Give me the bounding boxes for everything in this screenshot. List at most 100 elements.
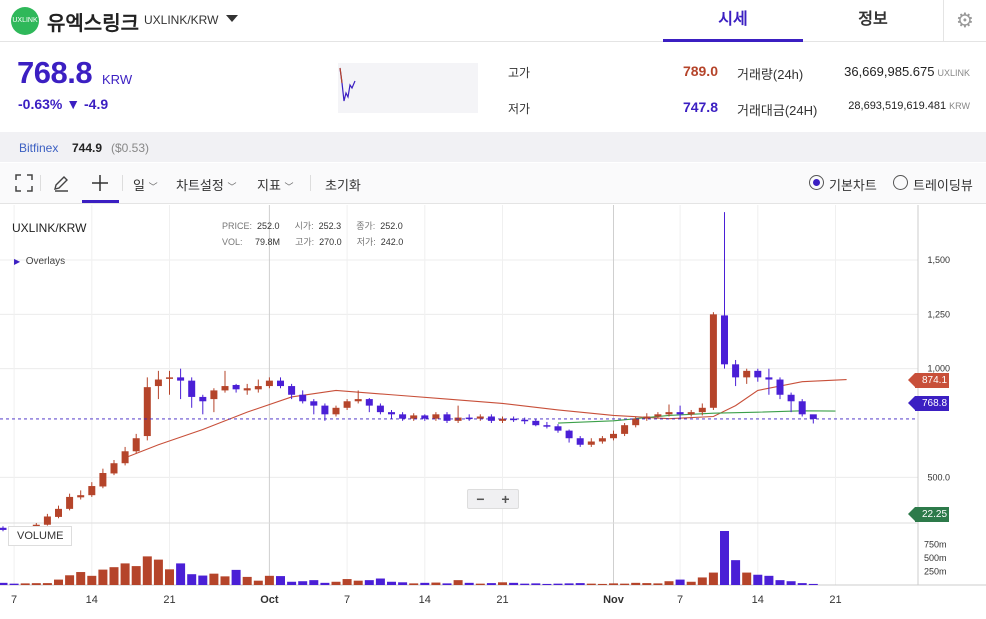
candle-body bbox=[288, 386, 296, 395]
candle-body bbox=[388, 412, 395, 415]
volume-bar bbox=[76, 572, 86, 585]
change-absolute: ▼ -4.9 bbox=[66, 96, 109, 112]
volume-bar bbox=[620, 583, 630, 585]
volume-bar bbox=[542, 583, 552, 585]
candle-body bbox=[99, 473, 107, 487]
volume-bar bbox=[131, 566, 141, 585]
volume-bar bbox=[54, 579, 63, 585]
volume-24h-label: 거래량(24h) bbox=[737, 67, 804, 82]
volume-bar bbox=[720, 531, 729, 585]
candle-body bbox=[565, 430, 573, 439]
current-price: 768.8 bbox=[17, 55, 93, 90]
volume-bar bbox=[753, 574, 763, 585]
volume-bar bbox=[375, 578, 385, 585]
candle-body bbox=[798, 401, 806, 415]
chart-toolbar: 일 ﹀ 차트설정 ﹀ 지표 ﹀ 초기화 기본차트 트레이딩뷰 bbox=[0, 163, 986, 204]
zoom-in-button[interactable]: + bbox=[493, 490, 518, 508]
volume-bar bbox=[409, 583, 419, 585]
high-value: 789.0 bbox=[682, 63, 718, 79]
volume-bar bbox=[498, 582, 507, 585]
volume-bar bbox=[65, 575, 75, 585]
basic-chart-radio[interactable] bbox=[809, 175, 824, 190]
candle-body bbox=[154, 379, 162, 387]
indicators-dropdown[interactable]: 지표 ﹀ bbox=[257, 175, 294, 194]
overlays-toggle[interactable]: ▶ Overlays bbox=[14, 256, 65, 267]
volume-bar bbox=[786, 581, 796, 585]
volume-bar bbox=[742, 572, 752, 585]
tab-info[interactable]: 정보 bbox=[803, 0, 943, 42]
amount-24h-unit: KRW bbox=[949, 101, 970, 111]
candle-body bbox=[654, 414, 662, 417]
volume-bar bbox=[575, 583, 585, 585]
low-label: 저가 bbox=[508, 102, 531, 116]
volume-bar bbox=[87, 575, 97, 585]
volume-bar bbox=[731, 560, 741, 585]
chart-pair-label: UXLINK/KRW bbox=[12, 221, 87, 235]
candle-body bbox=[676, 412, 684, 415]
tradingview-radio[interactable] bbox=[893, 175, 908, 190]
vol-value: 79.8M bbox=[255, 237, 281, 247]
candle-body bbox=[232, 384, 240, 390]
exchange-usd-price: ($0.53) bbox=[111, 141, 150, 155]
volume-bar bbox=[764, 575, 774, 585]
volume-bar bbox=[553, 583, 563, 585]
candle-body bbox=[121, 451, 129, 464]
indicator-tag: 22.25 bbox=[908, 507, 949, 522]
candle-body bbox=[643, 416, 651, 419]
candle-body bbox=[421, 415, 429, 419]
volume-bar bbox=[642, 583, 652, 585]
pencil-icon[interactable] bbox=[49, 171, 73, 195]
candle-body bbox=[210, 390, 218, 400]
high-value-readout: 270.0 bbox=[319, 237, 342, 247]
volume-bar bbox=[708, 572, 718, 585]
x-tick-label: 14 bbox=[86, 594, 98, 606]
candle-body bbox=[698, 407, 706, 413]
x-tick-label: 14 bbox=[419, 594, 431, 606]
candle-body bbox=[321, 405, 329, 415]
amount-24h-value: 28,693,519,619.481 KRW bbox=[820, 100, 970, 112]
open-key: 시가: bbox=[294, 221, 314, 231]
high-label: 고가 bbox=[508, 66, 531, 80]
volume-bar bbox=[664, 581, 674, 585]
tab-quote[interactable]: 시세 bbox=[663, 0, 803, 42]
volume-label: VOLUME bbox=[8, 526, 73, 546]
volume-bar bbox=[20, 583, 30, 585]
volume-bar bbox=[142, 556, 152, 585]
tradingview-label[interactable]: 트레이딩뷰 bbox=[913, 175, 973, 194]
chevron-down-icon[interactable] bbox=[226, 15, 238, 22]
volume-24h-number: 36,669,985.675 bbox=[844, 64, 935, 79]
coin-logo: UXLINK bbox=[11, 7, 39, 35]
zoom-out-button[interactable]: − bbox=[468, 490, 493, 508]
chart-settings-dropdown[interactable]: 차트설정 ﹀ bbox=[176, 175, 236, 194]
price-change: -0.63% ▼ -4.9 bbox=[18, 96, 108, 112]
price-chart[interactable]: 1,500 1,250 1,000 500.0 750m 500m 250m 7 14 21 Oct… bbox=[0, 205, 986, 615]
candle-body bbox=[332, 407, 340, 415]
candle-body bbox=[343, 401, 351, 408]
volume-bar bbox=[342, 579, 352, 585]
candle-body bbox=[299, 394, 307, 402]
exchange-name[interactable]: Bitfinex bbox=[19, 141, 58, 155]
x-tick-label: 7 bbox=[11, 594, 17, 606]
candle-body bbox=[743, 370, 751, 378]
crosshair-icon[interactable] bbox=[88, 171, 112, 195]
volume-bar bbox=[42, 583, 52, 585]
volume-bar bbox=[564, 583, 574, 585]
close-key: 종가: bbox=[356, 221, 376, 231]
fullscreen-icon[interactable] bbox=[12, 171, 36, 195]
reset-button[interactable]: 초기화 bbox=[325, 175, 361, 194]
interval-dropdown[interactable]: 일 ﹀ bbox=[133, 175, 158, 194]
gear-icon[interactable]: ⚙ bbox=[943, 0, 986, 42]
volume-bar bbox=[309, 580, 319, 585]
basic-chart-label[interactable]: 기본차트 bbox=[829, 175, 877, 194]
volume-bar bbox=[153, 559, 163, 585]
candle-body bbox=[776, 379, 784, 395]
volume-bar bbox=[176, 563, 186, 585]
close-value: 252.0 bbox=[380, 221, 403, 231]
candle-body bbox=[787, 394, 795, 402]
candle-body bbox=[576, 438, 584, 445]
coin-name: 유엑스링크 bbox=[47, 13, 139, 35]
candlestick-chart[interactable]: 1,5001,2501,000500.0750m500m250m7 14 21 Oct… bbox=[0, 205, 986, 615]
candle-body bbox=[0, 527, 7, 530]
price-unit: KRW bbox=[102, 72, 133, 87]
candle-body bbox=[199, 396, 207, 402]
